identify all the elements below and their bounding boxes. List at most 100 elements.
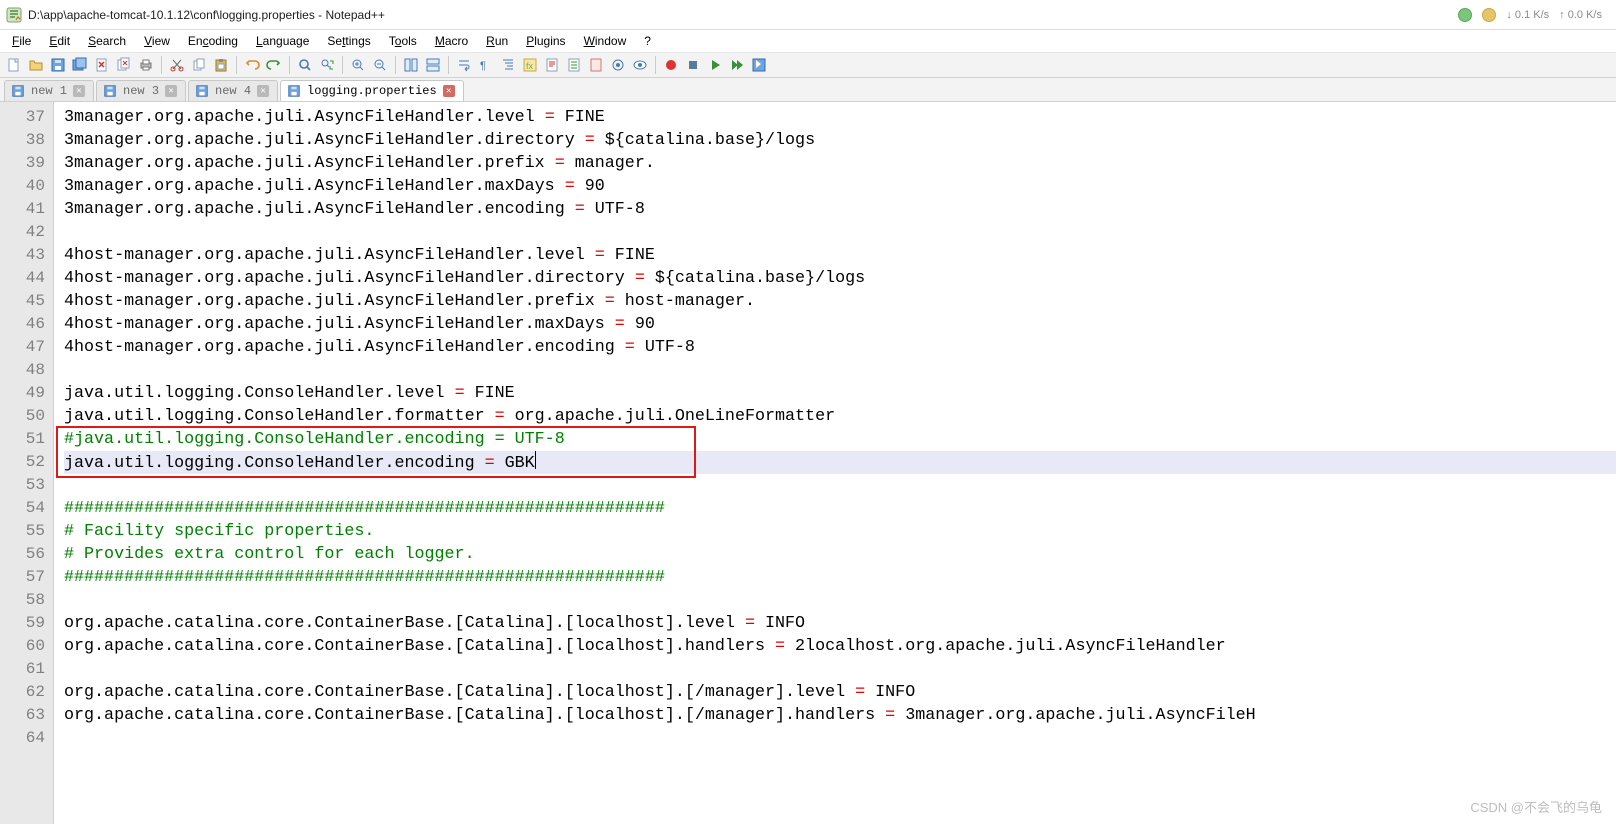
save-icon	[287, 84, 301, 98]
doc-list-icon[interactable]	[564, 55, 584, 75]
lang-udf-icon[interactable]: fx	[520, 55, 540, 75]
monitor-icon[interactable]	[630, 55, 650, 75]
menu-run[interactable]: Run	[478, 32, 516, 50]
toolbar-separator	[395, 56, 396, 74]
toolbar-separator	[448, 56, 449, 74]
menu-plugins[interactable]: Plugins	[518, 32, 573, 50]
tab-label: logging.properties	[307, 84, 437, 98]
menu-help[interactable]: ?	[636, 32, 659, 50]
save-icon	[195, 84, 209, 98]
tab-label: new 1	[31, 84, 67, 98]
sync-v-icon[interactable]	[401, 55, 421, 75]
code-line[interactable]: ########################################…	[64, 566, 1616, 589]
code-line[interactable]: 4host-manager.org.apache.juli.AsyncFileH…	[64, 336, 1616, 359]
code-line[interactable]: org.apache.catalina.core.ContainerBase.[…	[64, 612, 1616, 635]
window-titlebar: D:\app\apache-tomcat-10.1.12\conf\loggin…	[0, 0, 1616, 30]
code-line[interactable]	[64, 474, 1616, 497]
menu-tools[interactable]: Tools	[381, 32, 425, 50]
doc-map-icon[interactable]	[542, 55, 562, 75]
code-line[interactable]	[64, 589, 1616, 612]
code-line[interactable]: 3manager.org.apache.juli.AsyncFileHandle…	[64, 198, 1616, 221]
folder-tree-icon[interactable]	[608, 55, 628, 75]
menu-search[interactable]: Search	[80, 32, 134, 50]
play-macro-icon[interactable]	[705, 55, 725, 75]
sync-h-icon[interactable]	[423, 55, 443, 75]
code-line[interactable]: java.util.logging.ConsoleHandler.formatt…	[64, 405, 1616, 428]
code-editor[interactable]: 3manager.org.apache.juli.AsyncFileHandle…	[54, 102, 1616, 824]
code-line[interactable]: org.apache.catalina.core.ContainerBase.[…	[64, 681, 1616, 704]
menu-settings[interactable]: Settings	[319, 32, 378, 50]
stop-macro-icon[interactable]	[683, 55, 703, 75]
code-line[interactable]: 4host-manager.org.apache.juli.AsyncFileH…	[64, 313, 1616, 336]
code-line[interactable]: # Provides extra control for each logger…	[64, 543, 1616, 566]
code-line[interactable]	[64, 658, 1616, 681]
code-line[interactable]: 3manager.org.apache.juli.AsyncFileHandle…	[64, 106, 1616, 129]
close-icon[interactable]: ✕	[165, 85, 177, 97]
code-line[interactable]: #java.util.logging.ConsoleHandler.encodi…	[64, 428, 1616, 451]
zoom-out-icon[interactable]	[370, 55, 390, 75]
tab-label: new 3	[123, 84, 159, 98]
code-line[interactable]: ########################################…	[64, 497, 1616, 520]
editor-area: 3738394041424344454647484950515253545556…	[0, 102, 1616, 824]
code-line[interactable]: java.util.logging.ConsoleHandler.level =…	[64, 382, 1616, 405]
undo-icon[interactable]	[242, 55, 262, 75]
record-macro-icon[interactable]	[661, 55, 681, 75]
watermark-text: CSDN @不会飞的乌龟	[1470, 797, 1602, 816]
toolbar-separator	[342, 56, 343, 74]
zoom-in-icon[interactable]	[348, 55, 368, 75]
code-line[interactable]: 3manager.org.apache.juli.AsyncFileHandle…	[64, 175, 1616, 198]
upload-speed: ↑ 0.0 K/s	[1559, 9, 1602, 21]
code-line[interactable]: org.apache.catalina.core.ContainerBase.[…	[64, 704, 1616, 727]
cut-icon[interactable]	[167, 55, 187, 75]
toolbar-separator	[655, 56, 656, 74]
close-icon[interactable]: ✕	[443, 85, 455, 97]
code-line[interactable]: 4host-manager.org.apache.juli.AsyncFileH…	[64, 290, 1616, 313]
new-file-icon[interactable]	[4, 55, 24, 75]
menu-language[interactable]: Language	[248, 32, 317, 50]
code-line[interactable]: 4host-manager.org.apache.juli.AsyncFileH…	[64, 267, 1616, 290]
copy-icon[interactable]	[189, 55, 209, 75]
play-multi-icon[interactable]	[727, 55, 747, 75]
editor-tab[interactable]: logging.properties ✕	[280, 80, 464, 101]
menu-window[interactable]: Window	[576, 32, 635, 50]
close-icon[interactable]	[92, 55, 112, 75]
open-folder-icon[interactable]	[26, 55, 46, 75]
menu-edit[interactable]: Edit	[41, 32, 78, 50]
close-icon[interactable]: ✕	[73, 85, 85, 97]
code-line[interactable]: java.util.logging.ConsoleHandler.encodin…	[64, 451, 1616, 474]
toolbar-separator	[236, 56, 237, 74]
func-list-icon[interactable]	[586, 55, 606, 75]
code-line[interactable]	[64, 727, 1616, 750]
save-macro-icon[interactable]	[749, 55, 769, 75]
indent-guide-icon[interactable]	[498, 55, 518, 75]
editor-tab[interactable]: new 4✕	[188, 80, 278, 101]
editor-tab[interactable]: new 3 ✕	[96, 80, 186, 101]
code-line[interactable]: # Facility specific properties.	[64, 520, 1616, 543]
close-icon[interactable]: ✕	[257, 85, 269, 97]
close-all-icon[interactable]	[114, 55, 134, 75]
menu-view[interactable]: View	[136, 32, 178, 50]
code-line[interactable]: 3manager.org.apache.juli.AsyncFileHandle…	[64, 129, 1616, 152]
status-dot-green	[1458, 8, 1472, 22]
save-all-icon[interactable]	[70, 55, 90, 75]
replace-icon[interactable]	[317, 55, 337, 75]
code-line[interactable]: 3manager.org.apache.juli.AsyncFileHandle…	[64, 152, 1616, 175]
menu-macro[interactable]: Macro	[427, 32, 476, 50]
find-icon[interactable]	[295, 55, 315, 75]
word-wrap-icon[interactable]	[454, 55, 474, 75]
editor-tab[interactable]: new 1 ✕	[4, 80, 94, 101]
code-line[interactable]	[64, 359, 1616, 382]
code-line[interactable]	[64, 221, 1616, 244]
show-all-chars-icon[interactable]: ¶	[476, 55, 496, 75]
svg-text:¶: ¶	[480, 60, 486, 72]
menu-encoding[interactable]: Encoding	[180, 32, 246, 50]
print-icon[interactable]	[136, 55, 156, 75]
save-icon[interactable]	[48, 55, 68, 75]
code-line[interactable]: 4host-manager.org.apache.juli.AsyncFileH…	[64, 244, 1616, 267]
redo-icon[interactable]	[264, 55, 284, 75]
code-line[interactable]: org.apache.catalina.core.ContainerBase.[…	[64, 635, 1616, 658]
paste-icon[interactable]	[211, 55, 231, 75]
window-title: D:\app\apache-tomcat-10.1.12\conf\loggin…	[28, 8, 385, 22]
save-icon	[11, 84, 25, 98]
menu-file[interactable]: File	[4, 32, 39, 50]
